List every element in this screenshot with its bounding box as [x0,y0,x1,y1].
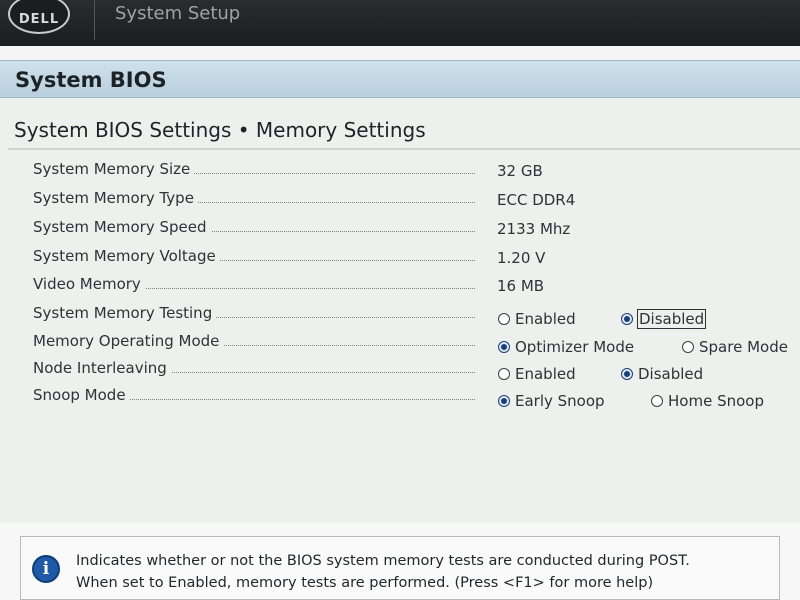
setting-row-system-memory-size: System Memory Size 32 GB [0,160,800,188]
radio-label: Early Snoop [515,392,605,410]
section-header: System BIOS [0,60,800,98]
settings-panel: System BIOS Settings • Memory Settings S… [0,98,800,523]
radio-label: Optimizer Mode [515,338,635,356]
setting-row-node-interleaving: Node Interleaving Enabled Disabled [0,359,800,387]
radio-option-disabled[interactable]: Disabled [621,309,707,329]
radio-option-enabled[interactable]: Enabled [498,365,576,383]
setting-row-system-memory-voltage: System Memory Voltage 1.20 V [0,247,800,275]
dotted-leader [120,288,475,289]
radio-option-spare-mode[interactable]: Spare Mode [682,338,788,356]
setting-row-system-memory-speed: System Memory Speed 2133 Mhz [0,218,800,246]
help-text: Indicates whether or not the BIOS system… [76,550,776,594]
setting-value: 16 MB [497,277,545,295]
radio-label: Enabled [515,365,576,383]
radio-button-selected-icon[interactable] [621,368,633,380]
setting-label: System Memory Voltage [33,247,220,265]
radio-label: Spare Mode [699,338,788,356]
radio-option-home-snoop[interactable]: Home Snoop [651,392,764,410]
top-bar: DELL System Setup [0,0,800,46]
radio-button-icon[interactable] [498,368,510,380]
radio-label: Home Snoop [668,392,764,410]
help-text-line-1: Indicates whether or not the BIOS system… [76,553,690,569]
radio-button-icon[interactable] [651,395,663,407]
setting-row-system-memory-type: System Memory Type ECC DDR4 [0,189,800,217]
setting-value: 1.20 V [497,249,546,267]
title-divider [8,148,800,150]
help-box: i Indicates whether or not the BIOS syst… [20,536,780,600]
setting-label: System Memory Testing [33,304,217,322]
setting-value: 32 GB [497,162,543,180]
radio-option-disabled[interactable]: Disabled [621,365,703,383]
radio-option-early-snoop[interactable]: Early Snoop [498,392,605,410]
radio-button-selected-icon[interactable] [621,313,633,325]
setting-label: Snoop Mode [33,386,130,404]
info-icon: i [32,555,60,583]
radio-label: Enabled [515,310,576,328]
setting-row-snoop-mode: Snoop Mode Early Snoop Home Snoop [0,386,800,414]
dotted-leader [120,372,475,373]
setting-row-system-memory-testing: System Memory Testing Enabled Disabled [0,304,800,332]
app-title: System Setup [115,3,241,24]
radio-button-icon[interactable] [682,341,694,353]
setting-label: System Memory Speed [33,218,211,236]
radio-option-optimizer-mode[interactable]: Optimizer Mode [498,338,634,356]
section-title: System BIOS [15,68,167,92]
dell-logo-text: DELL [18,11,60,27]
radio-label: Disabled [638,365,704,383]
page-title: System BIOS Settings • Memory Settings [14,118,426,142]
dotted-leader [120,399,475,400]
radio-label: Disabled [636,309,707,329]
setting-label: Node Interleaving [33,359,171,377]
setting-row-video-memory: Video Memory 16 MB [0,275,800,303]
radio-button-selected-icon[interactable] [498,395,510,407]
radio-button-icon[interactable] [498,313,510,325]
setting-label: System Memory Type [33,189,198,207]
help-text-line-2: When set to Enabled, memory tests are pe… [76,575,654,591]
setting-label: System Memory Size [33,160,195,178]
setting-value: 2133 Mhz [497,220,571,238]
radio-option-enabled[interactable]: Enabled [498,310,576,328]
setting-value: ECC DDR4 [497,191,576,209]
setting-row-memory-operating-mode: Memory Operating Mode Optimizer Mode Spa… [0,332,800,360]
setting-label: Video Memory [33,275,145,293]
dell-logo: DELL [8,0,70,34]
setting-label: Memory Operating Mode [33,332,224,350]
radio-button-selected-icon[interactable] [498,341,510,353]
topbar-divider [94,0,95,40]
topbar-underline [0,46,800,60]
